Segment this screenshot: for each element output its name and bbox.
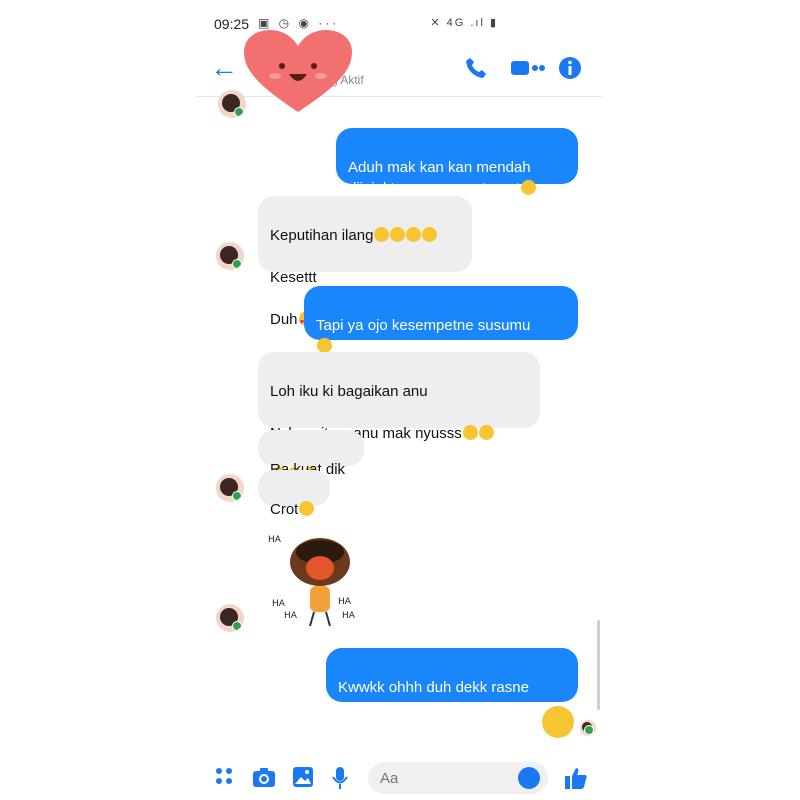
message-text: Duh bbox=[270, 311, 298, 328]
composer-bar bbox=[196, 754, 602, 800]
avatar[interactable] bbox=[216, 242, 244, 270]
info-icon[interactable] bbox=[558, 56, 582, 80]
thumbs-up-icon[interactable] bbox=[564, 766, 588, 790]
message-bubble-outgoing[interactable]: Kwwkk ohhh duh dekk rasne linu bbox=[326, 648, 578, 717]
rofl-emoji-icon bbox=[478, 425, 494, 440]
message-bubble-incoming[interactable]: Keputihan ilang Kesettt Duh bbox=[258, 196, 472, 333]
camera-icon[interactable] bbox=[252, 766, 276, 788]
emoji-icon[interactable] bbox=[518, 767, 540, 789]
rofl-emoji-icon bbox=[520, 180, 536, 195]
message-text: Kesettt bbox=[270, 269, 317, 286]
message-bubble-incoming[interactable]: Ra kuat dik bbox=[258, 430, 364, 478]
sticker-text: HA bbox=[272, 599, 286, 609]
message-input-container bbox=[368, 762, 548, 794]
sticker-text: HA bbox=[284, 611, 298, 621]
message-bubble-outgoing[interactable]: Tapi ya ojo kesempetne susumu bbox=[304, 286, 578, 353]
message-line: Keputihan ilang bbox=[270, 225, 460, 246]
sticker-text: HA bbox=[342, 611, 356, 621]
rofl-emoji-icon bbox=[374, 227, 390, 242]
arrow-left-icon[interactable]: ← bbox=[210, 54, 238, 82]
rofl-emoji-icon bbox=[390, 227, 406, 242]
avatar[interactable] bbox=[216, 474, 244, 502]
phone-icon[interactable] bbox=[464, 56, 488, 80]
signal-battery-icons: ✕ 4G .ıl ▮ bbox=[430, 17, 498, 29]
scrollbar[interactable] bbox=[597, 620, 600, 710]
microphone-icon[interactable] bbox=[332, 766, 348, 790]
message-line: Kesettt bbox=[270, 267, 460, 288]
message-line: Loh iku ki bagaikan anu bbox=[270, 381, 528, 402]
rofl-emoji-icon bbox=[299, 501, 315, 516]
message-text: Aduh mak kan kan mendah dijajal tenan ma… bbox=[348, 159, 531, 197]
sticker-text: HA bbox=[338, 597, 352, 607]
rofl-emoji-icon bbox=[462, 425, 478, 440]
messenger-screen: 09:25 ▣ ◷ ◉ ··· ✕ 4G .ıl ▮ ← g Aktif Adu… bbox=[196, 0, 602, 800]
message-bubble-incoming[interactable]: Loh iku ki bagaikan anu Nylempit ng anu … bbox=[258, 352, 540, 482]
rofl-emoji-icon bbox=[406, 227, 422, 242]
message-text: Tapi ya ojo kesempetne susumu bbox=[316, 317, 531, 334]
message-bubble-outgoing[interactable]: Aduh mak kan kan mendah dijajal tenan ma… bbox=[336, 128, 578, 197]
message-text: Kwwkk ohhh duh dekk rasne linu bbox=[338, 679, 529, 717]
heart-sticker-icon bbox=[244, 30, 352, 112]
avatar[interactable] bbox=[218, 90, 246, 118]
video-camera-icon[interactable] bbox=[510, 56, 546, 80]
sticker-text: HA bbox=[268, 535, 282, 545]
rofl-emoji-icon bbox=[422, 227, 438, 242]
gallery-icon[interactable] bbox=[292, 766, 314, 788]
rofl-reaction-icon bbox=[542, 706, 574, 738]
seen-avatar bbox=[580, 720, 596, 736]
laughing-character-sticker[interactable]: HA HA HA HA HA bbox=[266, 522, 376, 632]
menu-dots-icon[interactable] bbox=[214, 766, 234, 786]
message-bubble-incoming[interactable]: Crot bbox=[258, 470, 330, 518]
rofl-emoji-icon bbox=[317, 338, 332, 353]
message-input[interactable] bbox=[368, 762, 532, 794]
message-text: Crot bbox=[270, 501, 299, 518]
chat-header: ← g Aktif bbox=[196, 30, 602, 112]
avatar[interactable] bbox=[216, 604, 244, 632]
message-text: Keputihan ilang bbox=[270, 227, 374, 244]
message-text: Loh iku ki bagaikan anu bbox=[270, 383, 428, 400]
